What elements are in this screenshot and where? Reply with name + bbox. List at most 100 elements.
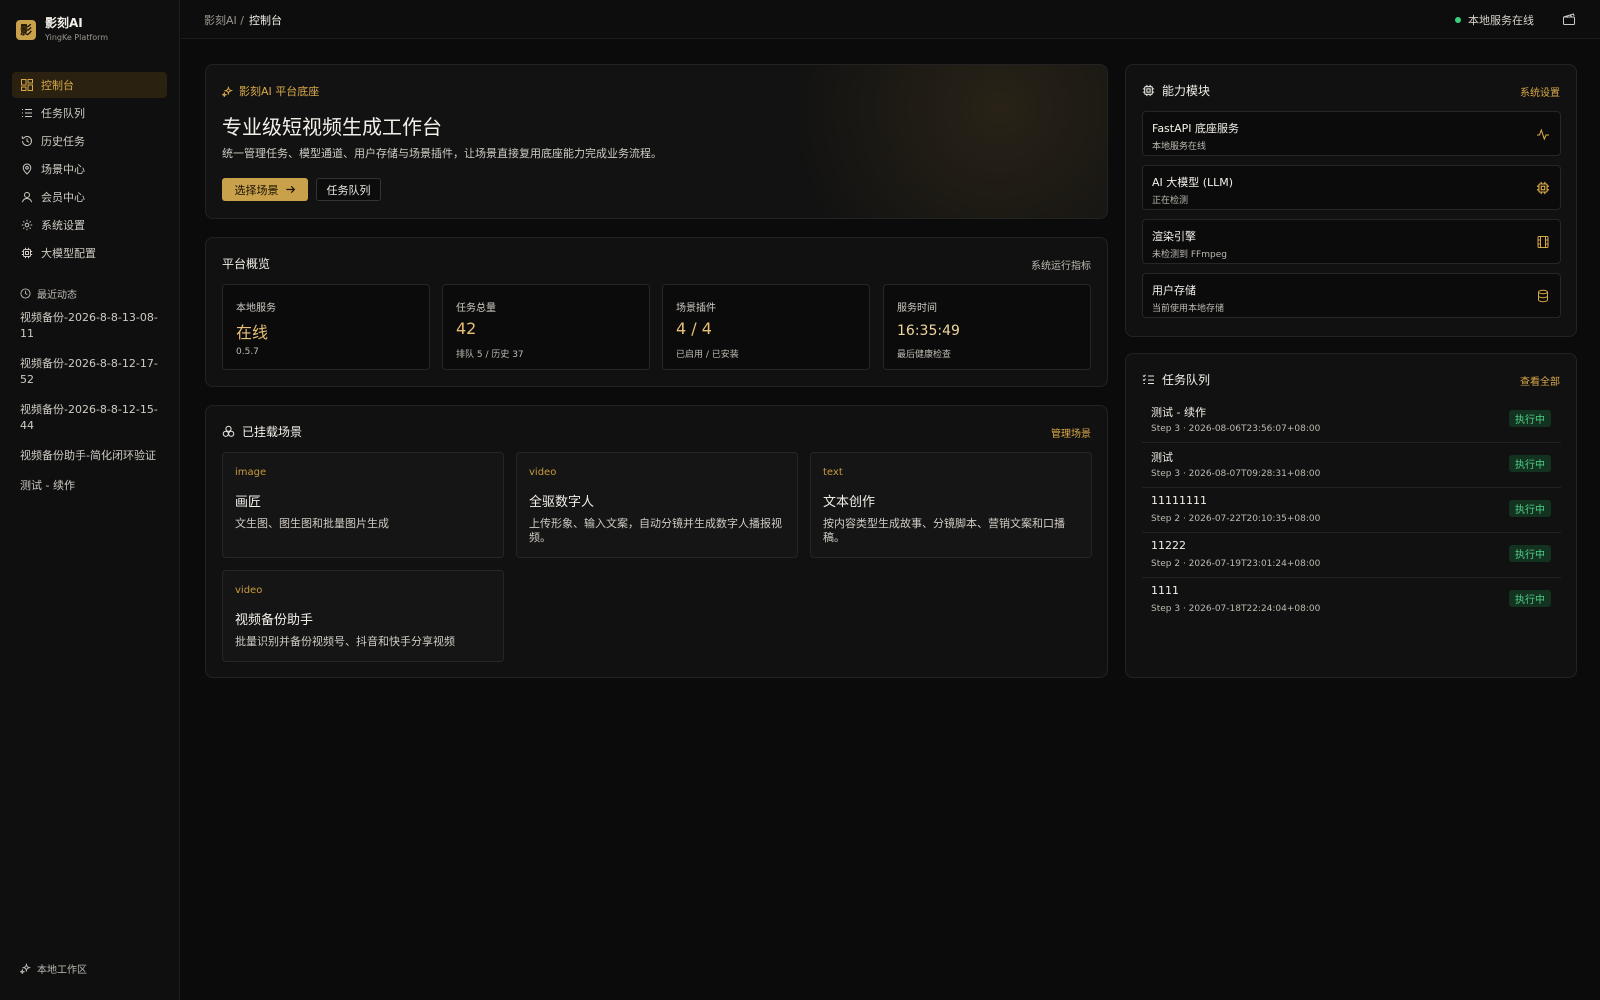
list-icon: [22, 109, 32, 117]
service-status-label: 本地服务在线: [1468, 14, 1534, 27]
hero-card: 影刻AI 平台底座 专业级短视频生成工作台 统一管理任务、模型通道、用户存储与场…: [205, 64, 1108, 219]
stat-value: 16:35:49: [897, 323, 960, 339]
stat-label: 服务时间: [897, 303, 937, 314]
manage-scenes-link[interactable]: 管理场景: [1051, 425, 1091, 440]
map-pin-icon: [22, 163, 32, 175]
module-name: AI 大模型 (LLM): [1152, 176, 1234, 189]
brand[interactable]: 影 影刻AI YingKe Platform: [16, 16, 108, 43]
sidebar-item-scenes[interactable]: 场景中心: [12, 156, 167, 182]
stat-scene-plugins: 场景插件 4 / 4 已启用 / 已安装: [662, 284, 870, 370]
scene-card[interactable]: video 视频备份助手 批量识别并备份视频号、抖音和快手分享视频: [222, 570, 504, 662]
chip-icon: [21, 247, 33, 259]
system-metrics-link[interactable]: 系统运行指标: [1031, 257, 1091, 272]
recent-activity-heading: 最近动态: [20, 286, 77, 301]
sidebar-item-dashboard[interactable]: 控制台: [12, 72, 167, 98]
task-name: 1111: [1151, 584, 1179, 597]
stat-value: 在线: [236, 323, 269, 342]
scene-card[interactable]: image 画匠 文生图、图生图和批量图片生成: [222, 452, 504, 558]
gear-icon: [21, 219, 33, 231]
task-meta: Step 2 · 2026-07-19T23:01:24+08:00: [1151, 559, 1321, 569]
scene-kind: video: [529, 467, 557, 478]
sidebar-item-history[interactable]: 历史任务: [12, 128, 167, 154]
module-user-storage[interactable]: 用户存储 当前使用本地存储: [1142, 273, 1561, 318]
status-badge: 执行中: [1509, 410, 1551, 427]
recent-item[interactable]: 视频备份-2026-8-8-12-15-44: [20, 402, 160, 448]
clapperboard-icon[interactable]: [1562, 12, 1576, 26]
list-check-icon: [1142, 374, 1154, 384]
sidebar-item-settings[interactable]: 系统设置: [12, 212, 167, 238]
module-status: 当前使用本地存储: [1152, 304, 1225, 314]
sparkle-icon: [20, 963, 31, 974]
status-badge: 执行中: [1509, 545, 1551, 562]
system-settings-link[interactable]: 系统设置: [1520, 84, 1560, 99]
sidebar-item-label: 大模型配置: [41, 247, 96, 260]
service-status: 本地服务在线: [1455, 12, 1534, 28]
module-render-engine[interactable]: 渲染引擎 未检测到 FFmpeg: [1142, 219, 1561, 264]
module-fastapi[interactable]: FastAPI 底座服务 本地服务在线: [1142, 111, 1561, 156]
task-meta: Step 3 · 2026-07-18T22:24:04+08:00: [1151, 604, 1321, 614]
card-title: 能力模块: [1142, 82, 1210, 99]
sidebar-item-label: 控制台: [41, 79, 74, 92]
task-row[interactable]: 11111111 Step 2 · 2026-07-22T20:10:35+08…: [1142, 488, 1561, 533]
sidebar-item-label: 系统设置: [41, 219, 85, 232]
sidebar-item-label: 会员中心: [41, 191, 85, 204]
task-meta: Step 3 · 2026-08-06T23:56:07+08:00: [1151, 424, 1321, 434]
module-status: 未检测到 FFmpeg: [1152, 250, 1227, 260]
scene-kind: image: [235, 467, 267, 478]
stat-sub: 排队 5 / 历史 37: [456, 350, 524, 360]
stat-sub: 已启用 / 已安装: [676, 350, 739, 360]
task-meta: Step 3 · 2026-08-07T09:28:31+08:00: [1151, 469, 1321, 479]
activity-icon: [1537, 128, 1549, 141]
scene-card[interactable]: video 全驱数字人 上传形象、输入文案，自动分镜并生成数字人播报视频。: [516, 452, 798, 558]
task-row[interactable]: 测试 - 续作 Step 3 · 2026-08-06T23:56:07+08:…: [1142, 398, 1561, 443]
capability-modules-card: 能力模块 系统设置 FastAPI 底座服务 本地服务在线 AI 大模型 (LL…: [1125, 64, 1577, 337]
status-badge: 执行中: [1509, 500, 1551, 517]
task-row[interactable]: 测试 Step 3 · 2026-08-07T09:28:31+08:00 执行…: [1142, 443, 1561, 488]
scene-description: 批量识别并备份视频号、抖音和快手分享视频: [235, 635, 455, 648]
breadcrumb-current: 控制台: [248, 14, 282, 27]
sidebar-item-membership[interactable]: 会员中心: [12, 184, 167, 210]
sidebar-nav: 控制台 任务队列 历史任务 场景中心 会员中心 系统设置 大模型配置: [12, 72, 167, 268]
stat-sub: 0.5.7: [236, 347, 259, 357]
brand-logo: 影: [16, 19, 36, 40]
task-queue-button[interactable]: 任务队列: [316, 178, 381, 201]
stat-label: 场景插件: [676, 303, 716, 314]
brand-subtitle: YingKe Platform: [45, 33, 109, 42]
scene-name: 全驱数字人: [529, 495, 595, 510]
scene-description: 上传形象、输入文案，自动分镜并生成数字人播报视频。: [529, 517, 782, 544]
scene-description: 文生图、图生图和批量图片生成: [235, 517, 389, 530]
stat-value: 42: [456, 319, 477, 338]
platform-overview-card: 平台概览 系统运行指标 本地服务 在线 0.5.7 任务总量 42 排队 5 /…: [205, 237, 1108, 387]
cluster-icon: [222, 425, 235, 437]
sidebar-item-task-queue[interactable]: 任务队列: [12, 100, 167, 126]
card-title: 平台概览: [222, 257, 271, 271]
select-scene-button[interactable]: 选择场景: [222, 178, 308, 201]
topbar: 影刻AI / 控制台 本地服务在线: [181, 0, 1600, 39]
stat-task-total: 任务总量 42 排队 5 / 历史 37: [442, 284, 650, 370]
film-icon: [1537, 236, 1549, 248]
scene-kind: video: [235, 585, 263, 596]
brand-name: 影刻AI: [45, 16, 83, 30]
history-icon: [21, 135, 32, 146]
database-icon: [1538, 289, 1548, 303]
sidebar: 影 影刻AI YingKe Platform 控制台 任务队列 历史任务 场景中…: [0, 0, 180, 1000]
card-title: 任务队列: [1142, 371, 1210, 388]
sidebar-item-llm-config[interactable]: 大模型配置: [12, 240, 167, 266]
recent-item[interactable]: 视频备份助手-简化闭环验证: [20, 448, 160, 478]
module-llm[interactable]: AI 大模型 (LLM) 正在检测: [1142, 165, 1561, 210]
module-name: 渲染引擎: [1152, 230, 1196, 243]
page-title: 专业级短视频生成工作台: [222, 115, 442, 139]
recent-item[interactable]: 测试 - 续作: [20, 478, 160, 494]
status-badge: 执行中: [1509, 590, 1551, 607]
recent-item[interactable]: 视频备份-2026-8-8-12-17-52: [20, 356, 160, 402]
breadcrumb: 影刻AI / 控制台: [204, 12, 282, 28]
mounted-scenes-card: 已挂载场景 管理场景 image 画匠 文生图、图生图和批量图片生成 video…: [205, 405, 1108, 678]
recent-item[interactable]: 视频备份-2026-8-8-13-08-11: [20, 310, 160, 356]
scene-kind: text: [823, 467, 843, 478]
view-all-tasks-link[interactable]: 查看全部: [1520, 373, 1560, 388]
user-icon: [22, 192, 32, 203]
task-row[interactable]: 1111 Step 3 · 2026-07-18T22:24:04+08:00 …: [1142, 578, 1561, 623]
breadcrumb-root[interactable]: 影刻AI /: [204, 12, 244, 28]
scene-card[interactable]: text 文本创作 按内容类型生成故事、分镜脚本、营销文案和口播稿。: [810, 452, 1092, 558]
task-row[interactable]: 11222 Step 2 · 2026-07-19T23:01:24+08:00…: [1142, 533, 1561, 578]
